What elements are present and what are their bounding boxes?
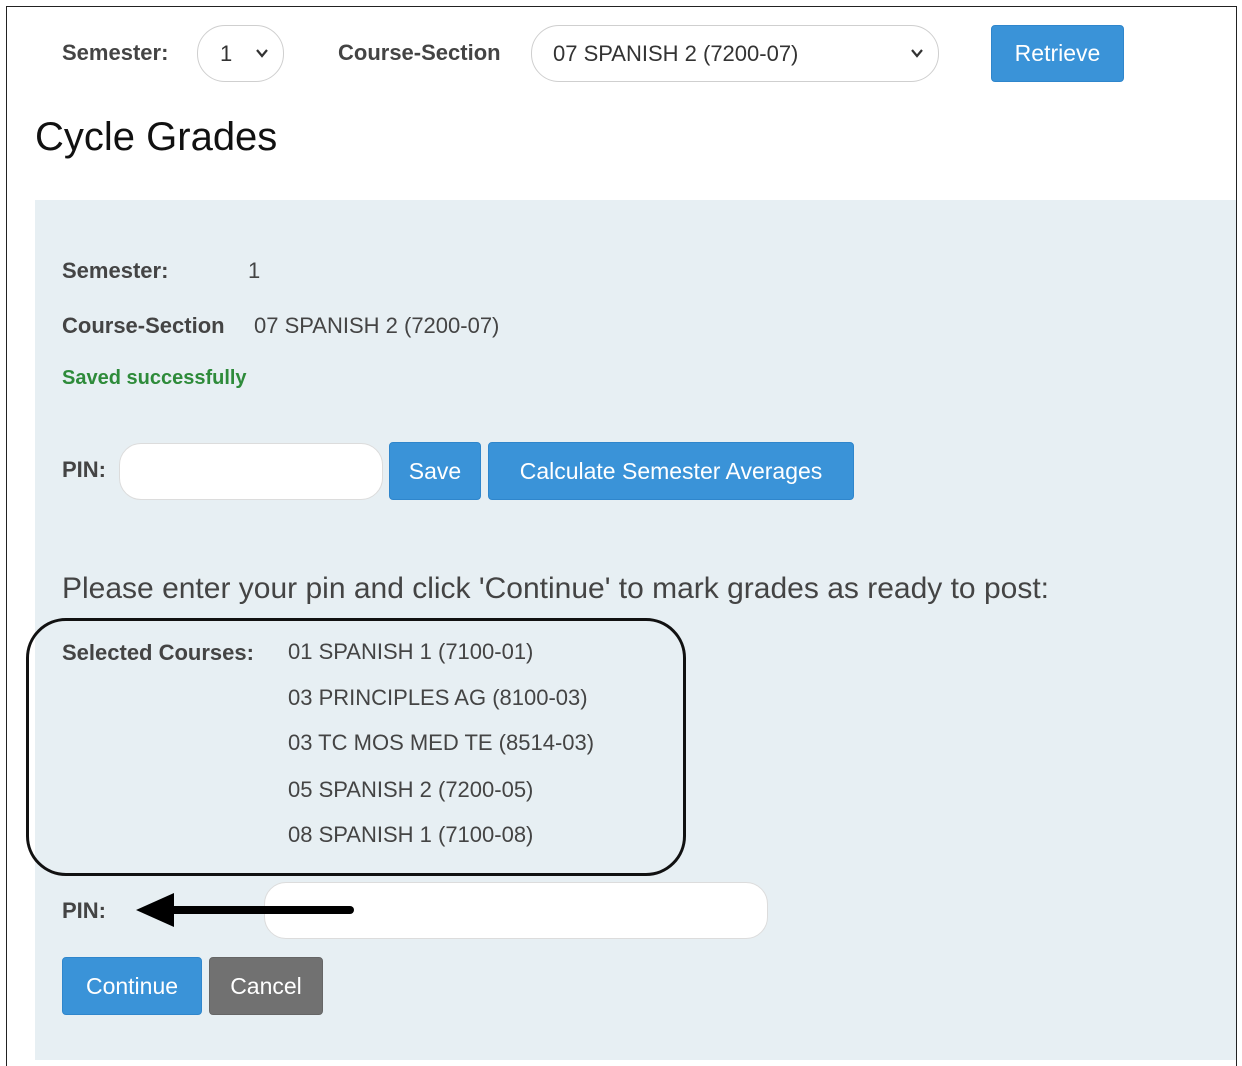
course-section-select-value: 07 SPANISH 2 (7200-07)	[553, 40, 799, 66]
pin-input[interactable]	[119, 443, 383, 500]
save-button[interactable]: Save	[389, 442, 481, 500]
status-message: Saved successfully	[62, 367, 247, 389]
chevron-down-icon	[911, 48, 923, 58]
selected-course-item: 08 SPANISH 1 (7100-08)	[288, 822, 534, 847]
selected-course-item: 03 PRINCIPLES AG (8100-03)	[288, 685, 588, 710]
pin-label: PIN:	[62, 457, 106, 482]
semester-label: Semester:	[62, 40, 169, 65]
calculate-semester-averages-button[interactable]: Calculate Semester Averages	[488, 442, 854, 500]
selected-course-item: 01 SPANISH 1 (7100-01)	[288, 639, 534, 664]
chevron-down-icon	[256, 48, 268, 58]
semester-select-value: 1	[220, 40, 233, 66]
course-section-label: Course-Section	[338, 40, 501, 65]
arrow-left-icon	[136, 893, 354, 927]
selected-course-item: 05 SPANISH 2 (7200-05)	[288, 777, 534, 802]
panel-course-section-value: 07 SPANISH 2 (7200-07)	[254, 313, 500, 338]
selected-course-item: 03 TC MOS MED TE (8514-03)	[288, 730, 595, 755]
course-section-select[interactable]: 07 SPANISH 2 (7200-07)	[531, 25, 939, 82]
retrieve-button[interactable]: Retrieve	[991, 25, 1124, 82]
page-title: Cycle Grades	[35, 115, 278, 159]
cancel-button[interactable]: Cancel	[209, 957, 323, 1015]
panel-semester-label: Semester:	[62, 258, 169, 283]
semester-select[interactable]: 1	[197, 25, 284, 82]
confirm-pin-label: PIN:	[62, 898, 106, 923]
continue-button[interactable]: Continue	[62, 957, 202, 1015]
selected-courses-label: Selected Courses:	[62, 640, 254, 665]
panel-course-section-label: Course-Section	[62, 313, 225, 338]
instruction-prompt: Please enter your pin and click 'Continu…	[62, 572, 1049, 605]
panel-semester-value: 1	[248, 258, 261, 283]
